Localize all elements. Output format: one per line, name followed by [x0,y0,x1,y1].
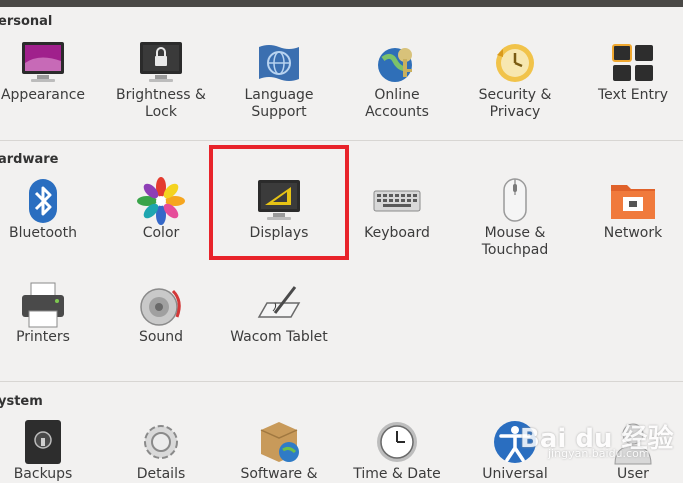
displays-highlight-box [209,145,349,260]
appearance-label: Appearance [0,87,86,103]
color-label: Color [142,225,180,241]
item-sound[interactable]: Sound [102,281,220,346]
keyboard-label: Keyboard [364,225,430,241]
user-label: User [617,466,649,482]
item-time-date[interactable]: Time & Date [338,418,456,483]
wacom-label: Wacom Tablet [230,329,328,345]
online-label-2: Accounts [365,104,429,120]
item-keyboard[interactable]: Keyboard [338,177,456,242]
universal-label: Universal [482,466,548,482]
mouse-icon [503,178,527,222]
keyboard-icon [373,190,421,212]
item-brightness-lock[interactable]: Brightness & Lock [102,39,220,121]
language-label-1: Language [244,87,314,103]
details-gear-icon [144,425,178,459]
online-label-1: Online [374,87,420,103]
language-label-2: Support [251,104,307,120]
appearance-icon [22,42,64,82]
item-appearance[interactable]: Appearance [0,39,102,104]
network-folder-icon [611,185,655,219]
sound-speaker-icon [140,288,181,326]
backups-label: Backups [13,466,73,482]
security-label-2: Privacy [489,104,541,120]
item-language-support[interactable]: Language Support [220,39,338,121]
brightness-lock-icon [140,42,182,82]
section-divider [0,140,683,141]
language-flag-icon [259,45,299,81]
text-entry-keys-icon [612,44,653,81]
time-date-label: Time & Date [353,466,441,482]
backups-safe-icon [25,420,61,464]
item-text-entry[interactable]: Text Entry [574,39,683,104]
item-details[interactable]: Details [102,418,220,483]
brightness-label-2: Lock [145,104,177,120]
item-software-updates[interactable]: Software & [220,418,338,483]
software-box-icon [260,422,299,462]
online-accounts-icon [378,48,412,82]
security-clock-icon [496,44,534,82]
text-entry-label: Text Entry [597,87,668,103]
item-online-accounts[interactable]: Online Accounts [338,39,456,121]
window-top-bar [0,0,683,7]
software-label: Software & [240,466,318,482]
sound-label: Sound [138,329,184,345]
wacom-tablet-icon [257,286,301,318]
item-backups[interactable]: Backups [0,418,102,483]
item-bluetooth[interactable]: Bluetooth [0,177,102,242]
network-label: Network [603,225,663,241]
bluetooth-icon [29,179,57,223]
printer-icon [22,282,64,328]
section-title-personal: ersonal [0,14,53,29]
bluetooth-label: Bluetooth [9,225,77,241]
security-label-1: Security & [478,87,552,103]
section-title-system: ystem [0,394,43,409]
baidu-watermark-url: jingyan.baidu.com [548,447,650,460]
item-mouse-touchpad[interactable]: Mouse & Touchpad [456,177,574,259]
mouse-label-1: Mouse & [484,225,546,241]
item-color[interactable]: Color [102,177,220,242]
printers-label: Printers [16,329,70,345]
brightness-label-1: Brightness & [116,87,206,103]
item-security-privacy[interactable]: Security & Privacy [456,39,574,121]
section-divider [0,381,683,382]
item-wacom-tablet[interactable]: Wacom Tablet [220,281,338,346]
time-clock-icon [377,422,417,462]
item-network[interactable]: Network [574,177,683,242]
section-title-hardware: ardware [0,152,59,167]
color-flower-icon [137,177,185,225]
item-printers[interactable]: Printers [0,281,102,346]
mouse-label-2: Touchpad [481,242,549,258]
details-label: Details [136,466,186,482]
